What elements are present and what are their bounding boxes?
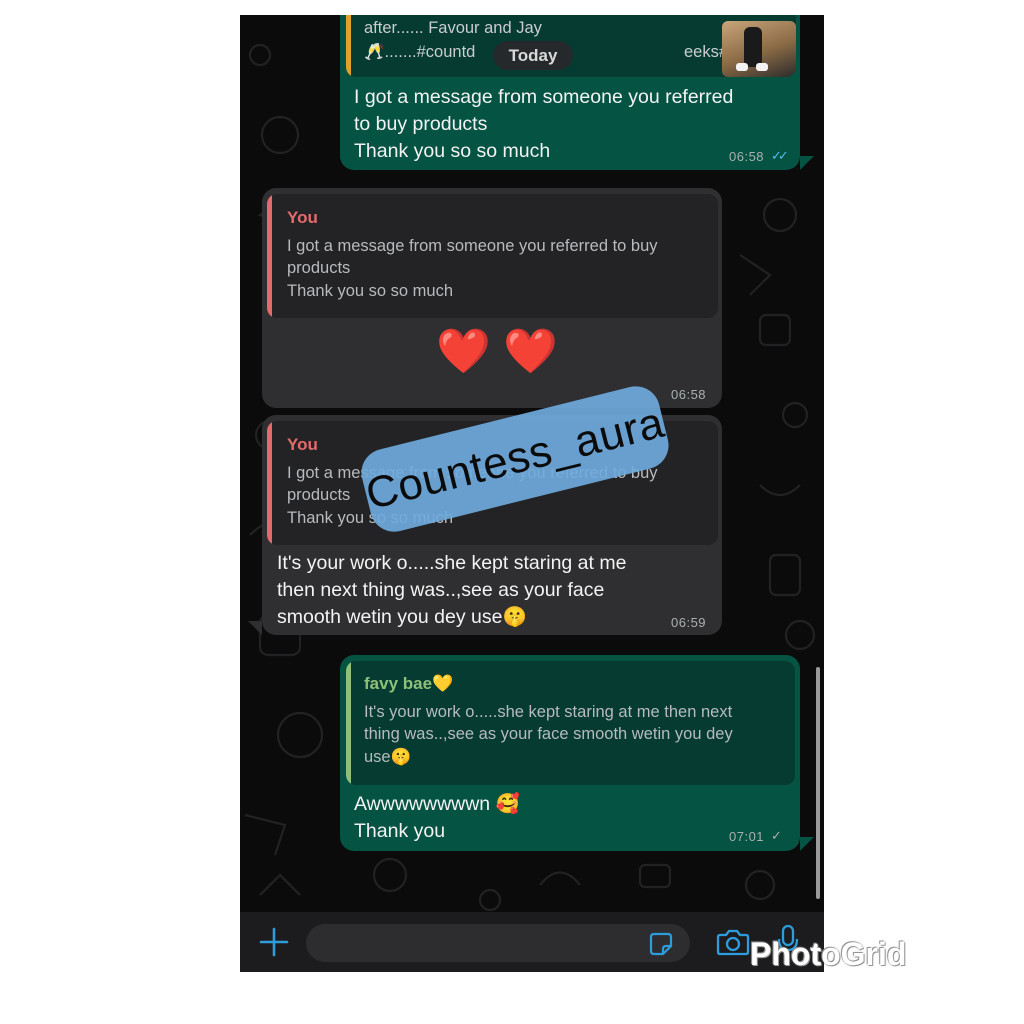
message-input[interactable]	[306, 924, 690, 962]
quote-accent-bar	[346, 15, 351, 77]
quote-text: It's your work o.....she kept staring at…	[364, 703, 733, 721]
read-ticks-icon: ✓✓	[771, 148, 789, 163]
quote-text: use🤫	[364, 748, 412, 766]
camera-icon[interactable]	[716, 927, 750, 957]
date-chip: Today	[493, 41, 573, 70]
photogrid-logo: PhotoGrid	[750, 936, 907, 972]
quote-text: Thank you so so much	[287, 282, 453, 300]
message-text: to buy products	[354, 113, 488, 135]
bubble-tail	[248, 621, 262, 635]
quoted-message[interactable]: You I got a message from someone you ref…	[267, 194, 718, 318]
quote-author: You	[287, 208, 318, 227]
sticker-icon[interactable]	[648, 931, 674, 957]
message-time: 06:59	[671, 615, 707, 630]
emoji-hearts: ❤️ ❤️	[436, 327, 558, 376]
compose-bar	[240, 912, 824, 972]
quote-text: 🥂.......#countd	[364, 43, 476, 61]
quote-accent-bar	[267, 194, 272, 318]
message-text: Thank you	[354, 820, 446, 842]
quote-accent-bar	[346, 661, 351, 785]
plus-icon[interactable]	[258, 926, 290, 958]
quote-text: I got a message from someone you referre…	[287, 237, 658, 255]
scrollbar[interactable]	[816, 667, 820, 899]
message-text: I got a message from someone you referre…	[354, 86, 734, 108]
message-text: Awwwwwwwwn 🥰	[354, 793, 520, 815]
message-text: then next thing was..,see as your face	[277, 579, 605, 601]
bubble-tail	[800, 837, 814, 851]
quoted-message[interactable]: favy bae💛 It's your work o.....she kept …	[346, 661, 795, 785]
quote-text: products	[287, 259, 351, 277]
quote-text: thing was..,see as your face smooth weti…	[364, 725, 733, 743]
quote-text: after...... Favour and Jay	[364, 19, 542, 37]
message-text: It's your work o.....she kept staring at…	[277, 552, 627, 574]
quote-accent-bar	[267, 421, 272, 545]
quote-text: products	[287, 486, 351, 504]
message-text: smooth wetin you dey use🤫	[277, 606, 527, 628]
bubble-tail	[800, 156, 814, 170]
message-time: 06:58	[729, 149, 765, 164]
quote-thumbnail	[722, 21, 796, 77]
message-text: Thank you so so much	[354, 140, 551, 162]
sent-tick-icon: ✓	[771, 828, 783, 843]
quote-author: favy bae💛	[364, 674, 454, 693]
quoted-message[interactable]: after...... Favour and Jay 🥂.......#coun…	[346, 15, 796, 77]
message-time: 07:01	[729, 829, 765, 844]
quote-author: You	[287, 435, 318, 454]
message-time: 06:58	[671, 387, 707, 402]
